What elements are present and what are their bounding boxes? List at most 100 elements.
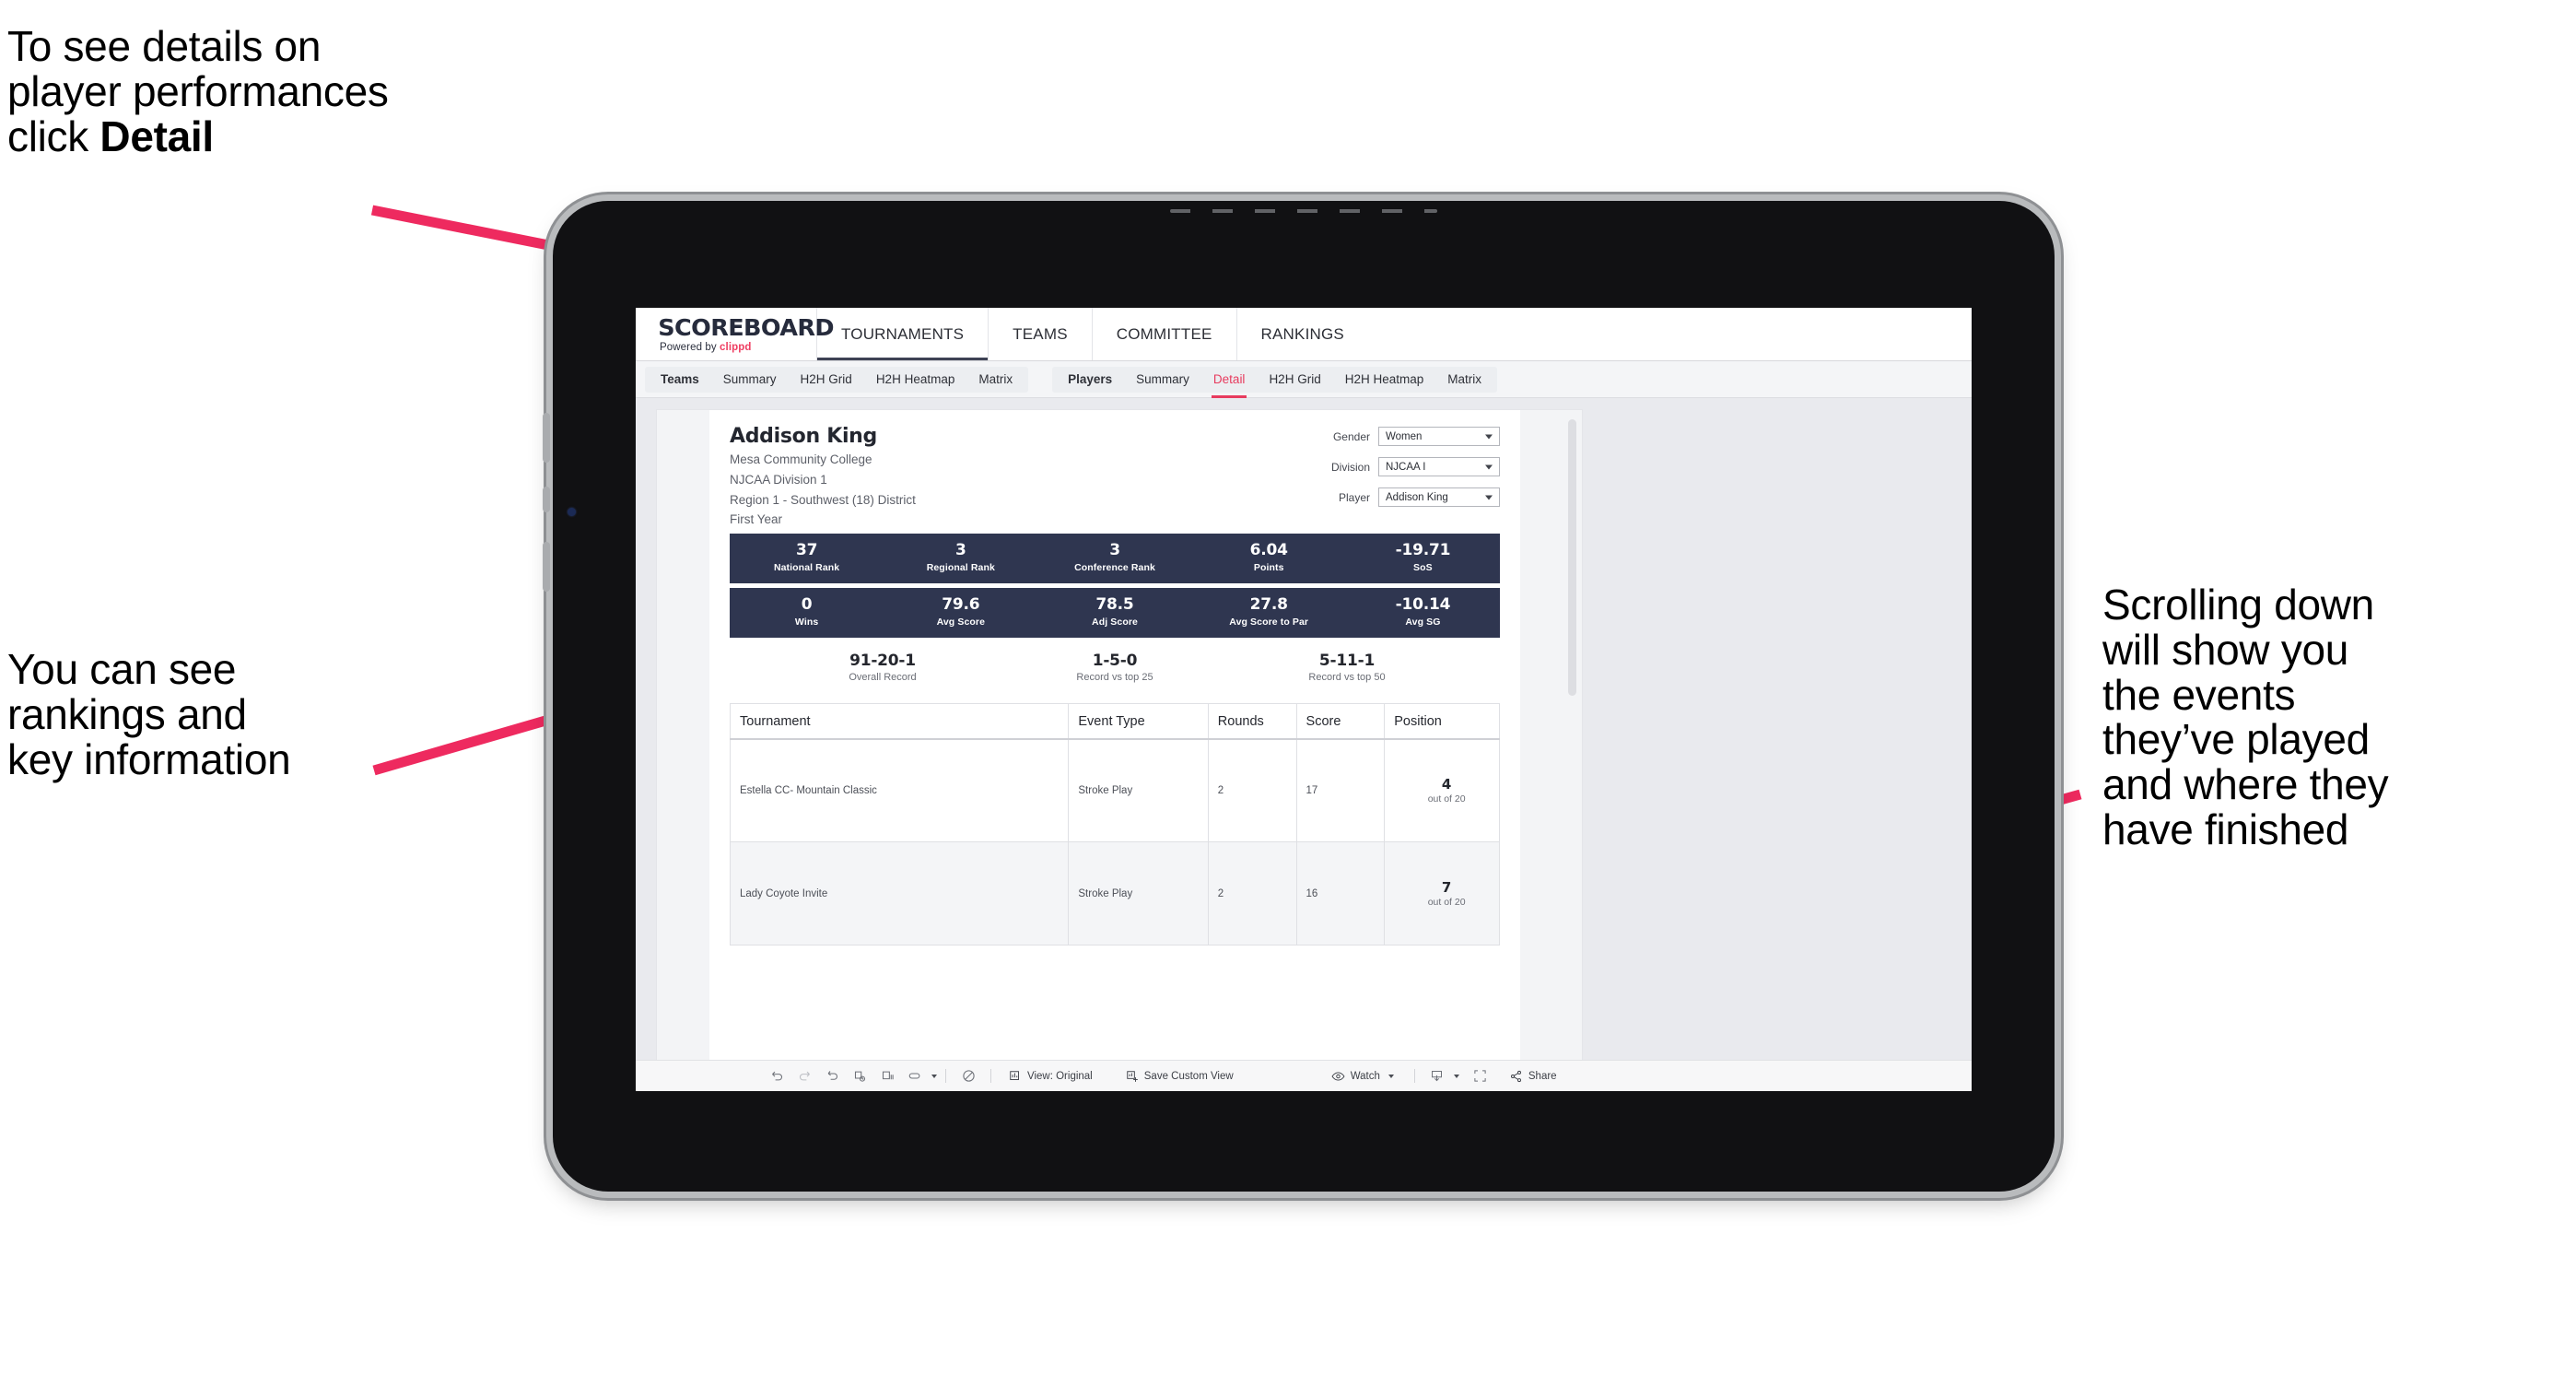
bottom-toolbar: View: Original Save Custom View Watch Sh… xyxy=(636,1060,1972,1091)
column-header-position[interactable]: Position xyxy=(1384,703,1500,740)
share-button[interactable]: Share xyxy=(1500,1070,1566,1083)
nav-item-committee[interactable]: COMMITTEE xyxy=(1091,308,1236,360)
player-identity: Addison King Mesa Community College NJCA… xyxy=(730,425,916,528)
tablet-volume-up-button[interactable] xyxy=(543,413,550,463)
tab-teams[interactable]: Teams xyxy=(649,367,711,393)
tab-players-matrix[interactable]: Matrix xyxy=(1435,367,1493,393)
stat-conference-rank-label: Conference Rank xyxy=(1074,561,1155,573)
filter-division-select[interactable]: NJCAA I xyxy=(1378,457,1500,476)
tab-players-summary[interactable]: Summary xyxy=(1124,367,1201,393)
chevron-down-icon xyxy=(1485,434,1493,439)
chevron-down-icon xyxy=(1485,495,1493,499)
browser-screen: SCOREBOARD Powered by clippd TOURNAMENTS… xyxy=(636,308,1972,1091)
tablet-power-button[interactable] xyxy=(543,542,550,592)
tab-teams-summary[interactable]: Summary xyxy=(711,367,789,393)
filter-gender-value: Women xyxy=(1386,430,1423,442)
chevron-down-icon[interactable] xyxy=(1453,1074,1459,1078)
stat-avg-score-to-par: 27.8 Avg Score to Par xyxy=(1192,588,1346,638)
view-original-label: View: Original xyxy=(1027,1070,1093,1082)
table-row[interactable]: Lady Coyote Invite Stroke Play 2 16 7 ou… xyxy=(729,841,1500,946)
tab-teams-matrix[interactable]: Matrix xyxy=(966,367,1025,393)
cell-rounds: 2 xyxy=(1207,841,1297,946)
tab-players[interactable]: Players xyxy=(1056,367,1124,393)
records-row: 91-20-1 Overall Record 1-5-0 Record vs t… xyxy=(730,652,1500,683)
column-header-score[interactable]: Score xyxy=(1295,703,1386,740)
stat-adj-score-label: Adj Score xyxy=(1092,616,1138,628)
player-region: Region 1 - Southwest (18) District xyxy=(730,492,916,507)
column-header-tournament[interactable]: Tournament xyxy=(729,703,1070,740)
cell-tournament: Lady Coyote Invite xyxy=(729,841,1070,946)
chevron-down-icon[interactable] xyxy=(931,1074,937,1078)
stat-national-rank: 37 National Rank xyxy=(730,534,884,583)
player-detail-card: Addison King Mesa Community College NJCA… xyxy=(709,410,1520,1091)
record-top50-label: Record vs top 50 xyxy=(1308,672,1386,684)
cell-tournament: Estella CC- Mountain Classic xyxy=(729,738,1070,843)
column-header-event-type[interactable]: Event Type xyxy=(1068,703,1209,740)
tab-teams-h2h-heatmap[interactable]: H2H Heatmap xyxy=(864,367,967,393)
save-custom-view-button[interactable]: Save Custom View xyxy=(1117,1070,1243,1083)
refresh-data-icon[interactable] xyxy=(846,1061,873,1091)
clippd-brand-text: clippd xyxy=(720,341,752,353)
pause-data-icon[interactable] xyxy=(873,1061,901,1091)
camera-icon xyxy=(568,508,576,516)
panel-scrollbar[interactable] xyxy=(1568,419,1576,696)
stat-points: 6.04 Points xyxy=(1192,534,1346,583)
filter-player-row: Player Addison King xyxy=(1331,487,1500,507)
pause-auto-update-icon[interactable] xyxy=(954,1061,982,1091)
cell-position: 7 out of 20 xyxy=(1384,841,1500,946)
download-icon[interactable] xyxy=(1423,1061,1451,1091)
toolbar-history-group: View: Original Save Custom View Watch Sh… xyxy=(763,1061,1566,1091)
table-row[interactable]: Estella CC- Mountain Classic Stroke Play… xyxy=(729,738,1500,843)
watch-button[interactable]: Watch xyxy=(1322,1070,1403,1083)
nav-item-rankings[interactable]: RANKINGS xyxy=(1235,308,1368,360)
teams-tab-group: Teams Summary H2H Grid H2H Heatmap Matri… xyxy=(645,366,1029,393)
stat-wins: 0 Wins xyxy=(730,588,884,638)
stat-conference-rank-value: 3 xyxy=(1109,541,1120,560)
nav-item-teams[interactable]: TEAMS xyxy=(988,308,1092,360)
events-table-body: Estella CC- Mountain Classic Stroke Play… xyxy=(729,738,1500,946)
tab-players-h2h-heatmap[interactable]: H2H Heatmap xyxy=(1333,367,1436,393)
stat-national-rank-value: 37 xyxy=(795,541,818,560)
stat-points-value: 6.04 xyxy=(1249,541,1288,560)
filter-player-select[interactable]: Addison King xyxy=(1378,487,1500,507)
stats-bar-rankings: 37 National Rank 3 Regional Rank 3 Confe… xyxy=(730,534,1500,584)
filter-division-label: Division xyxy=(1330,460,1370,474)
fullscreen-icon[interactable] xyxy=(1467,1061,1494,1091)
app-logo[interactable]: SCOREBOARD Powered by clippd xyxy=(636,316,834,353)
watch-label: Watch xyxy=(1350,1070,1380,1082)
stat-avg-score: 79.6 Avg Score xyxy=(884,588,1037,638)
player-year: First Year xyxy=(730,512,783,527)
view-original-button[interactable]: View: Original xyxy=(1000,1070,1102,1083)
tab-players-detail[interactable]: Detail xyxy=(1201,367,1258,398)
record-overall: 91-20-1 Overall Record xyxy=(767,652,999,683)
record-top50-value: 5-11-1 xyxy=(1318,652,1376,671)
nav-item-tournaments[interactable]: TOURNAMENTS xyxy=(816,308,988,360)
record-top50: 5-11-1 Record vs top 50 xyxy=(1231,652,1463,683)
redo-icon[interactable] xyxy=(790,1061,818,1091)
filter-gender-select[interactable]: Women xyxy=(1378,427,1500,446)
stat-avg-score-value: 79.6 xyxy=(942,595,980,615)
tablet-volume-down-button[interactable] xyxy=(543,487,550,512)
share-label: Share xyxy=(1528,1070,1557,1082)
stat-sos-value: -19.71 xyxy=(1395,541,1451,560)
tab-teams-h2h-grid[interactable]: H2H Grid xyxy=(789,367,864,393)
record-top25: 1-5-0 Record vs top 25 xyxy=(999,652,1231,683)
tab-players-h2h-grid[interactable]: H2H Grid xyxy=(1257,367,1332,393)
cell-position: 4 out of 20 xyxy=(1384,738,1500,843)
filter-controls: Gender Women Division NJCAA I Player Add… xyxy=(1331,425,1500,518)
stat-regional-rank-value: 3 xyxy=(954,541,966,560)
chevron-down-icon xyxy=(1388,1074,1394,1078)
record-top25-value: 1-5-0 xyxy=(1092,652,1138,671)
record-top25-label: Record vs top 25 xyxy=(1076,672,1153,684)
pill-filter-icon[interactable] xyxy=(901,1061,929,1091)
record-overall-value: 91-20-1 xyxy=(849,652,916,671)
callout-detail-instruction: To see details on player performances cl… xyxy=(7,24,615,159)
callout-rankings-info: You can see rankings and key information xyxy=(7,645,291,783)
filter-gender-label: Gender xyxy=(1332,429,1370,443)
cell-score: 16 xyxy=(1295,841,1386,946)
stats-bar-scoring: 0 Wins 79.6 Avg Score 78.5 Adj Score 27.… xyxy=(730,588,1500,639)
undo-icon[interactable] xyxy=(763,1061,790,1091)
revert-icon[interactable] xyxy=(818,1061,846,1091)
column-header-rounds[interactable]: Rounds xyxy=(1207,703,1297,740)
cell-event-type: Stroke Play xyxy=(1068,738,1209,843)
